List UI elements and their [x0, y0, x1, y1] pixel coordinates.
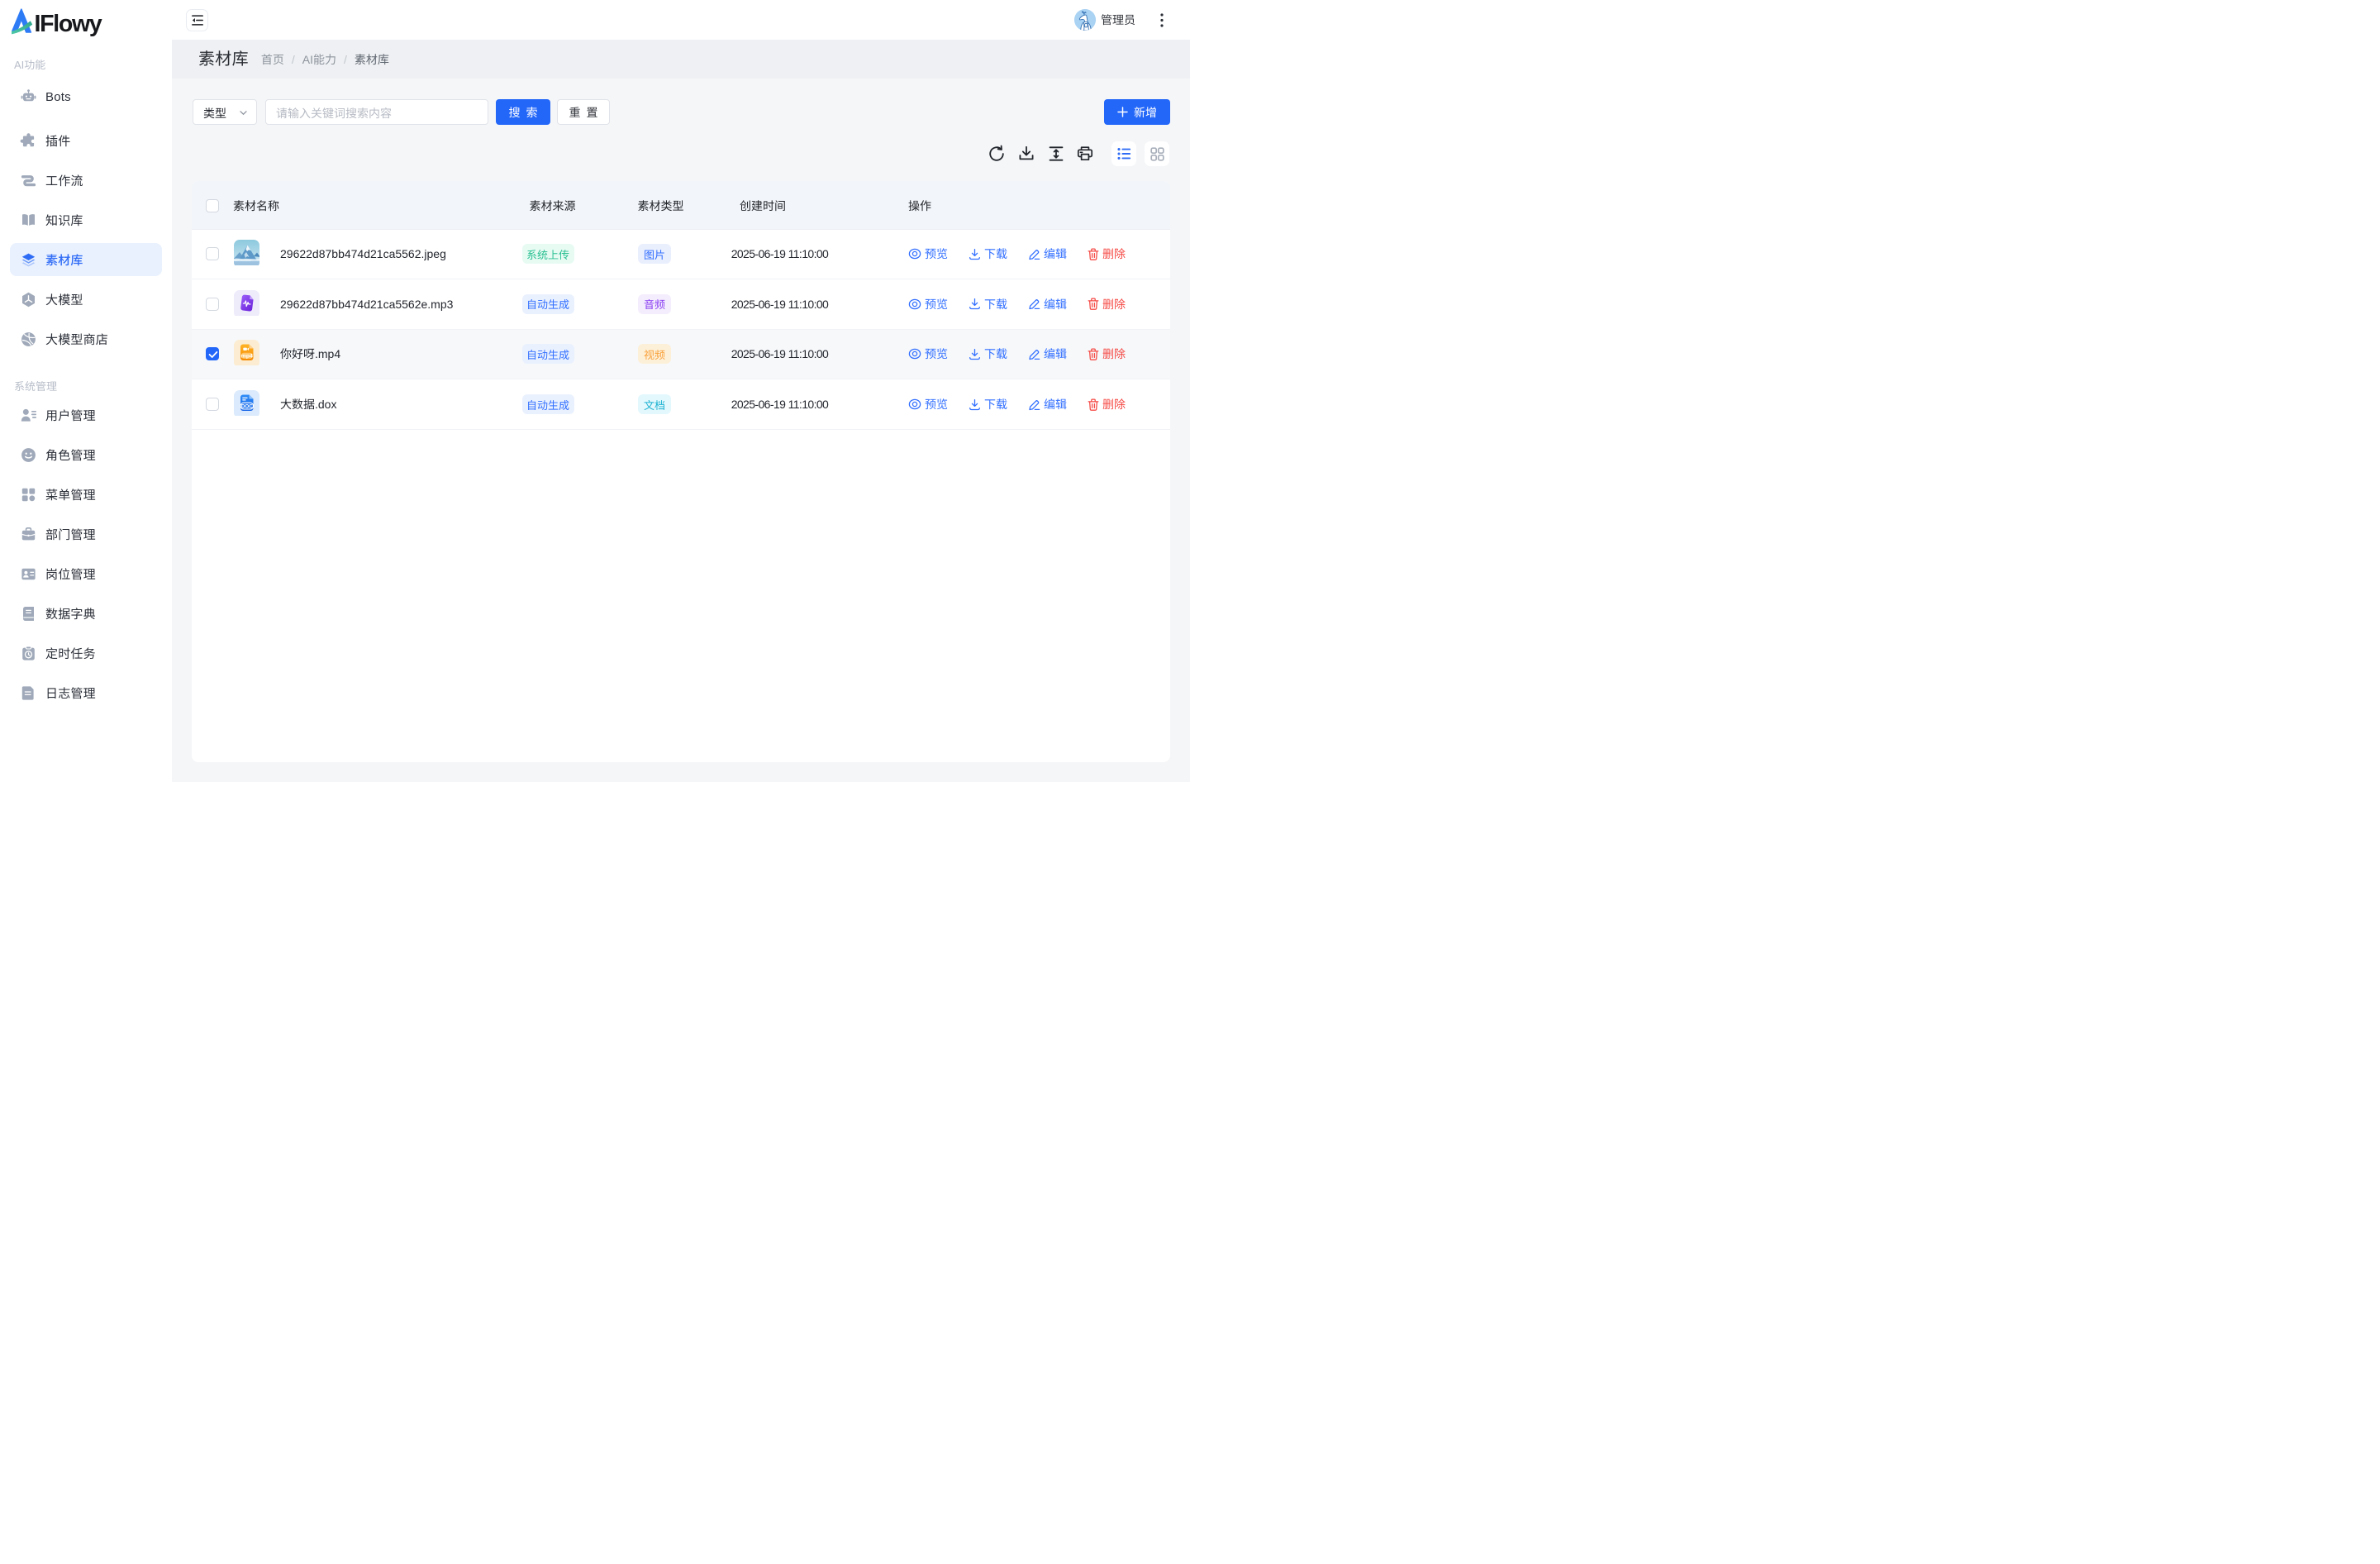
svg-text:DOC: DOC [241, 403, 253, 409]
svg-text:IFlowy: IFlowy [35, 11, 102, 37]
svg-text:mp4: mp4 [241, 354, 253, 360]
